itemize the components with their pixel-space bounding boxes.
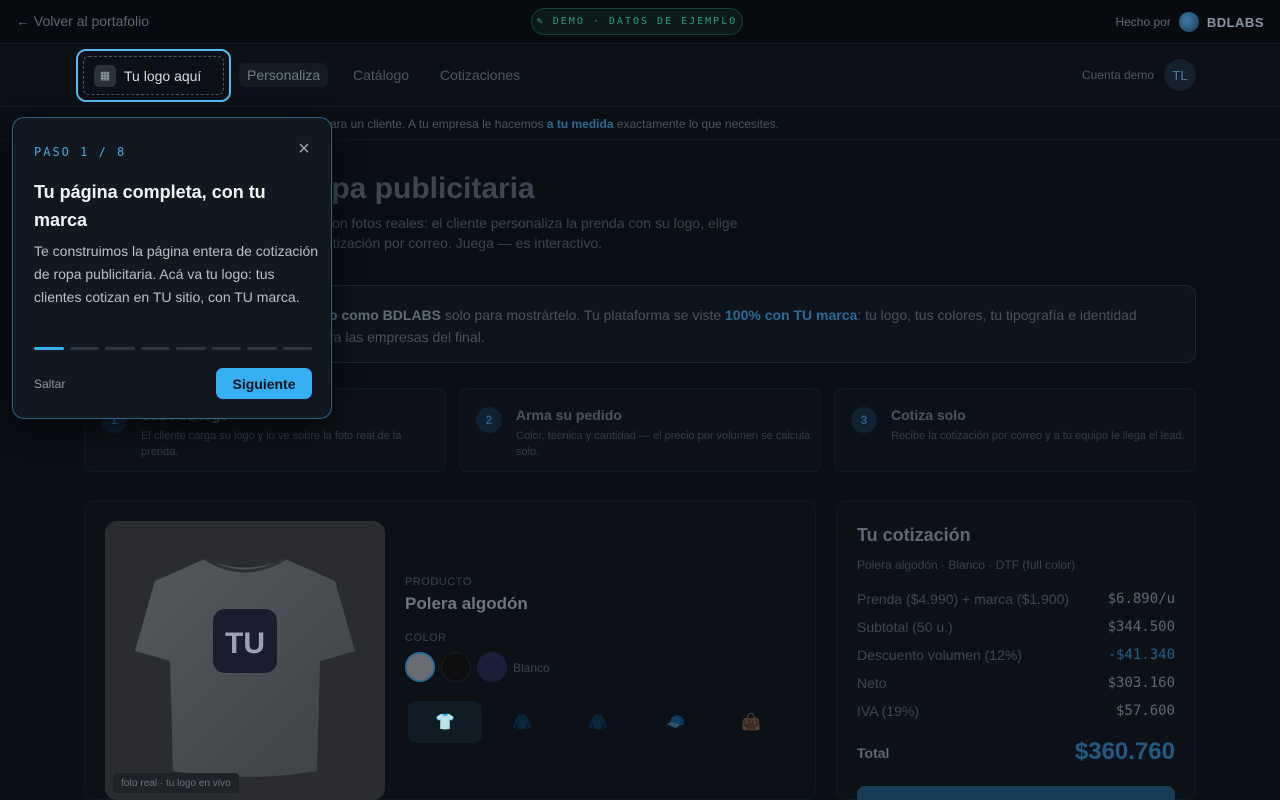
step-desc: Recibe la cotización por correo y a tu e… xyxy=(891,430,1185,442)
color-label: COLOR xyxy=(405,632,447,644)
back-to-portfolio-link[interactable]: ← Volver al portafolio xyxy=(16,13,149,29)
nav-item-personaliza[interactable]: Personaliza xyxy=(239,63,329,87)
bdlabs-logo-icon xyxy=(1178,12,1199,32)
quote-row-label: Subtotal (50 u.) xyxy=(857,619,953,635)
bag-option-icon[interactable]: 👜 xyxy=(714,701,788,743)
progress-segment xyxy=(282,347,312,350)
notice-text-c: exactamente lo que necesites. xyxy=(613,117,779,131)
step-number: 2 xyxy=(476,407,502,433)
next-step-button[interactable]: Siguiente xyxy=(216,368,312,399)
banner-text-a: o como BDLABS xyxy=(329,307,441,323)
tour-progress xyxy=(34,347,312,350)
step-number: 3 xyxy=(851,407,877,433)
pencil-icon: ✎ xyxy=(536,16,545,27)
demo-badge-label: DEMO · DATOS DE EJEMPLO xyxy=(552,16,738,27)
quote-row-value: $344.500 xyxy=(1107,619,1175,635)
account-label: Cuenta demo xyxy=(1081,68,1154,82)
demo-badge: ✎ DEMO · DATOS DE EJEMPLO xyxy=(531,8,743,35)
close-icon[interactable]: × xyxy=(295,139,313,159)
tshirt-image: TU xyxy=(135,557,355,777)
jacket-option-icon[interactable]: 🧥 xyxy=(561,701,635,743)
nav-item-catalogo[interactable]: Catálogo xyxy=(353,67,409,83)
quote-row-value: -$41.340 xyxy=(1107,647,1175,663)
page-subtitle-line-1: con fotos reales: el cliente personaliza… xyxy=(325,215,738,231)
skip-tour-button[interactable]: Saltar xyxy=(34,377,65,391)
step-desc: El cliente carga su logo y lo ve sobre l… xyxy=(141,430,402,458)
quote-row-value: $303.160 xyxy=(1107,675,1175,691)
step-card: 3 Cotiza solo Recibe la cotización por c… xyxy=(834,388,1196,472)
quote-row-label: Prenda ($4.990) + marca ($1.900) xyxy=(857,591,1070,607)
progress-segment xyxy=(140,347,170,350)
quote-row-value: $6.890/u xyxy=(1107,591,1175,607)
quote-title: Tu cotización xyxy=(857,525,971,545)
progress-segment xyxy=(34,347,64,350)
polo-option-icon[interactable]: 🧥 xyxy=(485,701,559,743)
made-by-label: Hecho por xyxy=(1115,15,1171,29)
page-subtitle-line-2: otización por correo. Juega — es interac… xyxy=(325,235,603,251)
selected-color-name: Blanco xyxy=(513,661,550,675)
banner-text-e: ra las empresas del final. xyxy=(329,329,485,345)
swatch-navy[interactable] xyxy=(477,652,507,682)
banner-highlight: 100% con TU marca xyxy=(725,307,858,323)
step-card: 2 Arma su pedido Color, técnica y cantid… xyxy=(459,388,821,472)
building-icon: ▦ xyxy=(94,64,116,87)
progress-segment xyxy=(247,347,277,350)
banner-text-d: : tu logo, tus colores, tu tipografía e … xyxy=(857,307,1137,323)
request-quote-button[interactable] xyxy=(857,786,1175,800)
logo-placeholder: ▦ Tu logo aquí xyxy=(83,56,224,95)
total-value: $360.760 xyxy=(1074,738,1175,765)
quote-row-label: Neto xyxy=(857,675,887,691)
product-photo: TU xyxy=(105,521,385,800)
quote-subtitle: Polera algodón · Blanco · DTF (full colo… xyxy=(857,558,1076,572)
product-name: Polera algodón xyxy=(405,594,528,613)
shirt-logo-text: TU xyxy=(225,627,265,660)
brand-name: BDLABS xyxy=(1206,14,1264,30)
cap-option-icon[interactable]: 🧢 xyxy=(638,701,712,743)
swatch-black[interactable] xyxy=(441,652,471,682)
banner-text-b: solo para mostrártelo. Tu plataforma se … xyxy=(441,307,726,323)
notice-text-a: s para un cliente. A tu empresa le hacem… xyxy=(314,117,547,131)
tour-body: Te construimos la página entera de cotiz… xyxy=(34,243,319,305)
progress-segment xyxy=(176,347,206,350)
photo-tag: foto real · tu logo en vivo xyxy=(113,773,239,793)
page-subtitle: con fotos reales: el cliente personaliza… xyxy=(325,213,795,253)
quote-row-value: $57.600 xyxy=(1115,703,1175,719)
total-label: Total xyxy=(857,745,890,761)
notice-highlight: a tu medida xyxy=(546,117,614,131)
top-bar: ← Volver al portafolio ✎ DEMO · DATOS DE… xyxy=(0,0,1280,44)
step-desc: Color, técnica y cantidad — el precio po… xyxy=(516,430,811,458)
step-title: Cotiza solo xyxy=(891,407,966,423)
tour-step-label: PASO 1 / 8 xyxy=(34,145,127,159)
page-title: opa publicitaria xyxy=(313,172,535,205)
progress-segment xyxy=(69,347,99,350)
main-nav: ▦ Tu logo aquí Personaliza Catálogo Coti… xyxy=(0,45,1280,107)
tour-popover: PASO 1 / 8 × Tu página completa, con tu … xyxy=(12,117,332,419)
progress-segment xyxy=(105,347,135,350)
logo-placeholder-label: Tu logo aquí xyxy=(124,67,202,84)
step-title: Arma su pedido xyxy=(516,407,622,423)
swatch-white[interactable] xyxy=(405,652,435,682)
avatar[interactable]: TL xyxy=(1164,59,1196,91)
logo-slot[interactable]: ▦ Tu logo aquí xyxy=(76,49,231,102)
made-by: Hecho por BDLABS xyxy=(1115,12,1264,32)
product-label: PRODUCTO xyxy=(405,576,472,588)
progress-segment xyxy=(211,347,241,350)
nav-item-cotizaciones[interactable]: Cotizaciones xyxy=(440,67,520,83)
quote-row-label: IVA (19%) xyxy=(857,703,919,719)
tshirt-option-icon[interactable]: 👕 xyxy=(408,701,482,743)
quote-row-label: Descuento volumen (12%) xyxy=(857,647,1022,663)
tour-title: Tu página completa, con tu marca xyxy=(34,182,266,230)
